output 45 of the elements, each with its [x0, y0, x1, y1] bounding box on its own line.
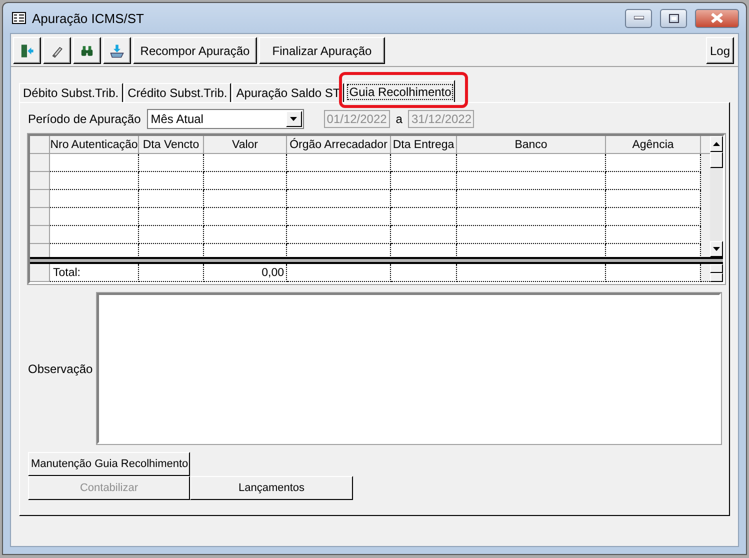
column-header[interactable]: Dta Entrega: [391, 136, 457, 154]
up-arrow-icon: [713, 142, 720, 146]
caret-icon: [290, 117, 298, 121]
minimize-icon: [634, 16, 644, 20]
close-icon: [711, 13, 723, 23]
tab[interactable]: Débito Subst.Trib.: [19, 83, 123, 102]
toolbar-button[interactable]: [103, 37, 131, 64]
observation-label: Observação: [28, 362, 93, 376]
column-header[interactable]: Nro Autenticação: [50, 136, 139, 154]
action-button[interactable]: Lançamentos: [190, 476, 353, 500]
close-button[interactable]: [695, 8, 739, 28]
column-header[interactable]: Valor: [204, 136, 287, 154]
maximize-icon: [668, 14, 678, 22]
toolbar-button[interactable]: [13, 37, 41, 64]
toolbar-button[interactable]: Recompor Apuração: [133, 37, 257, 64]
toolbar-button[interactable]: Finalizar Apuração: [259, 37, 385, 64]
toolbar-button[interactable]: [43, 37, 71, 64]
spin-down-button[interactable]: [710, 273, 723, 282]
grid-splitter[interactable]: [30, 257, 710, 264]
total-label: Total:: [50, 264, 139, 282]
tab[interactable]: Guia Recolhimento: [345, 80, 456, 102]
tab[interactable]: Apuração Saldo ST: [232, 83, 344, 102]
window-app-icon: [12, 12, 26, 24]
scroll-up-button[interactable]: [710, 136, 723, 152]
observation-field[interactable]: [96, 293, 721, 444]
period-label: Período de Apuração: [28, 112, 141, 126]
date-separator: a: [396, 112, 402, 126]
period-dropdown[interactable]: Mês Atual: [146, 109, 304, 129]
toolbar-button[interactable]: [73, 37, 101, 64]
grid-splitter[interactable]: [710, 257, 723, 264]
spin-up-button[interactable]: [710, 264, 723, 273]
column-header[interactable]: Dta Vencto: [139, 136, 204, 154]
action-button[interactable]: Manutenção Guia Recolhimento: [28, 452, 190, 476]
log-button[interactable]: Log: [706, 37, 734, 64]
minimize-button[interactable]: [625, 8, 652, 28]
column-header[interactable]: Banco: [457, 136, 606, 154]
column-header[interactable]: Órgão Arrecadador: [287, 136, 391, 154]
maximize-button[interactable]: [660, 8, 687, 28]
tab[interactable]: Crédito Subst.Trib.: [124, 83, 232, 102]
down-arrow-icon: [713, 247, 720, 251]
scroll-thumb[interactable]: [710, 152, 723, 168]
total-value: 0,00: [204, 264, 287, 282]
scroll-down-button[interactable]: [710, 241, 723, 257]
column-header[interactable]: Agência: [606, 136, 701, 154]
window-title: Apuração ICMS/ST: [32, 10, 145, 26]
